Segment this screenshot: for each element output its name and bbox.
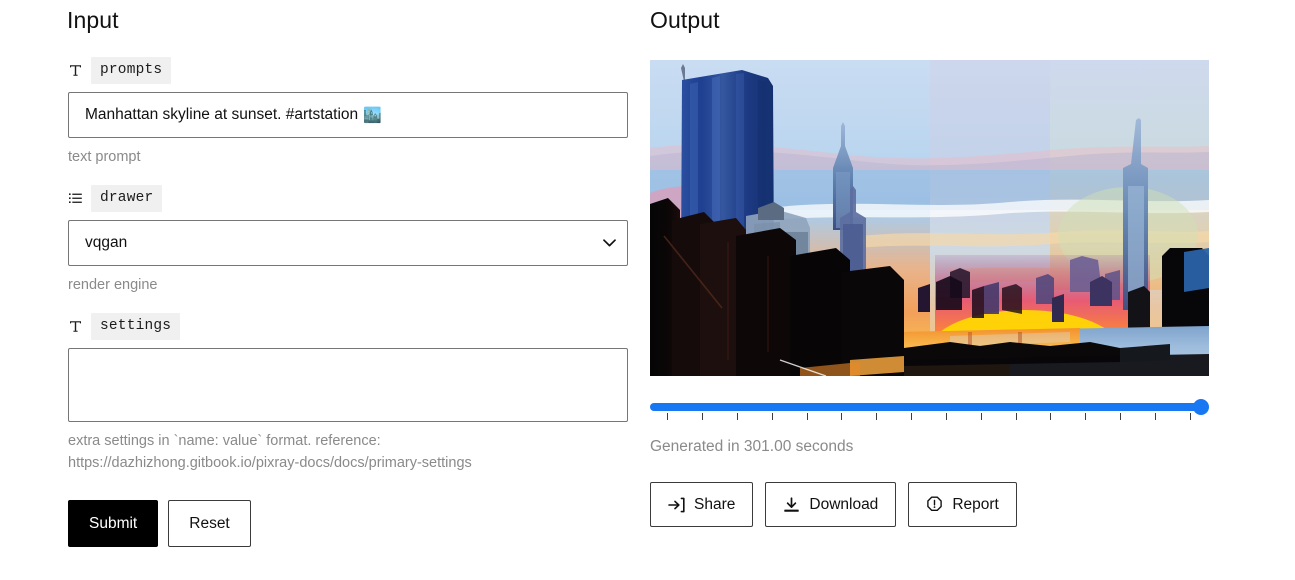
text-icon: [68, 318, 83, 334]
drawer-select-value: vqgan: [85, 234, 128, 251]
download-icon: [783, 496, 800, 513]
slider-tick: [667, 413, 668, 420]
prompts-label-row: prompts: [68, 56, 628, 84]
slider-tick: [1190, 413, 1191, 420]
settings-help-line-1: extra settings in `name: value` format. …: [68, 433, 381, 449]
settings-label: settings: [91, 312, 181, 340]
drawer-help-line: render engine: [68, 277, 158, 293]
reset-button[interactable]: Reset: [168, 500, 251, 547]
progress-slider[interactable]: [650, 394, 1209, 421]
text-icon: [68, 62, 83, 78]
slider-tick: [807, 413, 808, 420]
report-icon: [926, 496, 943, 513]
output-column: Output Generated in 301.00 seconds Share…: [650, 0, 1230, 527]
slider-tick: [1050, 413, 1051, 420]
drawer-select-wrap: vqgan: [68, 220, 628, 266]
slider-tick: [841, 413, 842, 420]
slider-tick: [946, 413, 947, 420]
download-button-label: Download: [809, 495, 879, 513]
pixray-app-page: Input prompts Manhattan skyline at sunse…: [0, 0, 1295, 580]
share-icon: [668, 497, 685, 513]
prompts-help-text: text prompt: [68, 146, 628, 168]
slider-tick: [702, 413, 703, 420]
report-button[interactable]: Report: [908, 482, 1017, 527]
drawer-help-text: render engine: [68, 274, 628, 296]
input-section-title: Input: [67, 7, 119, 33]
drawer-label-row: drawer: [68, 184, 628, 212]
output-section-title: Output: [650, 7, 720, 33]
prompts-input-value: Manhattan skyline at sunset. #artstation: [85, 106, 359, 123]
field-prompts: prompts Manhattan skyline at sunset. #ar…: [68, 56, 628, 168]
prompts-help-line: text prompt: [68, 149, 141, 165]
output-button-row: Share Download Report: [650, 482, 1230, 527]
slider-tick: [1120, 413, 1121, 420]
download-button[interactable]: Download: [765, 482, 897, 527]
slider-tick: [1085, 413, 1086, 420]
slider-ticks: [650, 413, 1207, 421]
prompts-input[interactable]: Manhattan skyline at sunset. #artstation…: [68, 92, 628, 138]
input-button-row: Submit Reset: [68, 500, 628, 547]
generated-artwork: [650, 60, 1209, 376]
prompts-label: prompts: [91, 56, 172, 84]
drawer-label: drawer: [91, 184, 163, 212]
generation-time-text: Generated in 301.00 seconds: [650, 438, 854, 455]
settings-label-row: settings: [68, 312, 628, 340]
drawer-select[interactable]: vqgan: [68, 220, 628, 266]
field-drawer: drawer vqgan render engine: [68, 184, 628, 296]
settings-help-line-2: https://dazhizhong.gitbook.io/pixray-doc…: [68, 455, 472, 471]
slider-tick: [911, 413, 912, 420]
generated-image[interactable]: [650, 60, 1209, 376]
share-button[interactable]: Share: [650, 482, 754, 527]
cityscape-emoji: 🏙️: [363, 107, 382, 124]
list-icon: [68, 190, 83, 206]
slider-tick: [1155, 413, 1156, 420]
slider-tick: [772, 413, 773, 420]
settings-textarea[interactable]: [68, 348, 628, 422]
share-button-label: Share: [694, 495, 736, 513]
slider-tick: [1016, 413, 1017, 420]
slider-tick: [981, 413, 982, 420]
settings-help-text: extra settings in `name: value` format. …: [68, 430, 628, 474]
report-button-label: Report: [952, 495, 999, 513]
slider-tick: [737, 413, 738, 420]
field-settings: settings extra settings in `name: value`…: [68, 312, 628, 474]
slider-tick: [876, 413, 877, 420]
input-column: Input prompts Manhattan skyline at sunse…: [67, 0, 628, 547]
submit-button[interactable]: Submit: [68, 500, 159, 547]
slider-track[interactable]: [650, 403, 1201, 411]
